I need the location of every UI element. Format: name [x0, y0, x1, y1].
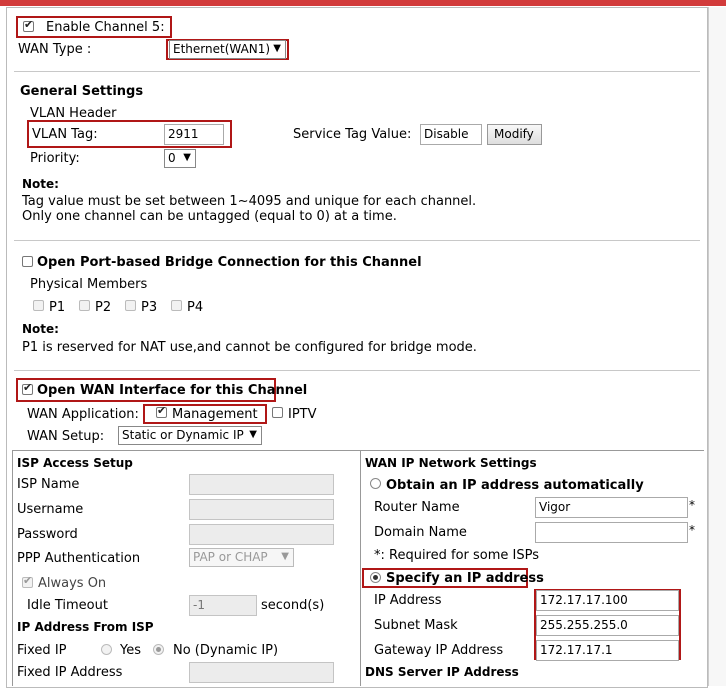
table-left-border — [12, 450, 13, 686]
iptv-label: IPTV — [288, 407, 317, 422]
ppp-auth-label: PPP Authentication — [17, 551, 141, 566]
vlan-tag-input[interactable]: 2911 — [164, 124, 224, 145]
priority-value: 0 — [168, 151, 176, 165]
gateway-input[interactable]: 172.17.17.1 — [536, 640, 679, 661]
modify-button[interactable]: Modify — [487, 124, 542, 145]
required-note: *: Required for some ISPs — [374, 548, 540, 563]
wan-interface-checkbox[interactable] — [22, 381, 33, 395]
top-accent-bar — [0, 0, 726, 6]
note-line-1: Tag value must be set between 1~4095 and… — [22, 194, 477, 209]
subnet-mask-label: Subnet Mask — [374, 618, 458, 633]
fixed-ip-yes-label: Yes — [120, 643, 141, 658]
fixed-ip-yes-radio[interactable] — [101, 644, 112, 655]
divider — [14, 240, 700, 241]
obtain-auto-label: Obtain an IP address automatically — [386, 478, 644, 493]
bridge-note-heading: Note: — [22, 322, 59, 336]
ppp-auth-value: PAP or CHAP — [193, 550, 268, 564]
physical-members-label: Physical Members — [30, 277, 148, 292]
note-heading: Note: — [22, 177, 59, 191]
chevron-down-icon: ▼ — [281, 551, 289, 562]
wan-application-label: WAN Application: — [27, 407, 139, 422]
isp-name-label: ISP Name — [17, 477, 80, 492]
isp-heading: ISP Access Setup — [17, 456, 133, 470]
vlan-header-label: VLAN Header — [30, 106, 117, 121]
fixed-ip-label: Fixed IP — [17, 643, 67, 658]
password-input[interactable] — [189, 524, 334, 545]
router-name-input[interactable]: Vigor — [535, 497, 688, 518]
specify-ip-radio[interactable] — [370, 572, 381, 583]
fixed-ip-no-label: No (Dynamic IP) — [173, 643, 279, 658]
specify-ip-label: Specify an IP address — [386, 571, 544, 586]
port-p1-label: P1 — [49, 300, 66, 315]
fixed-ip-no-radio[interactable] — [153, 644, 164, 655]
always-on-checkbox[interactable] — [22, 574, 33, 588]
wan-setup-select[interactable]: Static or Dynamic IP ▼ — [118, 426, 262, 445]
divider — [14, 370, 700, 371]
username-input[interactable] — [189, 499, 334, 520]
ip-from-isp-heading: IP Address From ISP — [17, 620, 154, 634]
wan-type-select[interactable]: Ethernet(WAN1) ▼ — [169, 40, 286, 59]
wan-setup-label: WAN Setup: — [27, 429, 105, 444]
vlan-tag-label: VLAN Tag: — [32, 127, 98, 142]
enable-channel-label: Enable Channel 5: — [46, 20, 165, 35]
scrollbar[interactable] — [708, 7, 726, 686]
bridge-checkbox[interactable] — [22, 256, 33, 267]
idle-unit-label: second(s) — [261, 598, 325, 613]
wan-setup-value: Static or Dynamic IP — [122, 428, 244, 442]
wan-type-value: Ethernet(WAN1) — [173, 42, 271, 56]
management-label: Management — [172, 407, 258, 422]
service-tag-label: Service Tag Value: — [293, 127, 412, 142]
priority-select[interactable]: 0 ▼ — [164, 149, 196, 168]
enable-channel-checkbox[interactable] — [23, 18, 34, 32]
idle-timeout-label: Idle Timeout — [27, 598, 108, 613]
port-p3-checkbox[interactable] — [125, 300, 136, 311]
ip-address-label: IP Address — [374, 593, 442, 608]
bridge-label: Open Port-based Bridge Connection for th… — [37, 255, 422, 270]
chevron-down-icon: ▼ — [183, 152, 191, 163]
port-p2-checkbox[interactable] — [79, 300, 90, 311]
service-tag-input[interactable]: Disable — [420, 124, 482, 145]
isp-name-input[interactable] — [189, 474, 334, 495]
management-checkbox[interactable] — [156, 404, 167, 418]
always-on-label: Always On — [38, 576, 107, 591]
iptv-checkbox[interactable] — [272, 407, 283, 418]
required-star: * — [689, 523, 695, 537]
chevron-down-icon: ▼ — [249, 429, 257, 440]
required-star: * — [689, 498, 695, 512]
port-p1-checkbox[interactable] — [33, 300, 44, 311]
fixed-ip-address-input[interactable] — [189, 662, 334, 683]
chevron-down-icon: ▼ — [273, 43, 281, 54]
dns-heading: DNS Server IP Address — [365, 665, 519, 679]
subnet-mask-input[interactable]: 255.255.255.0 — [536, 615, 679, 636]
bridge-note-line: P1 is reserved for NAT use,and cannot be… — [22, 340, 477, 355]
table-top-border — [12, 450, 704, 451]
wan-interface-label: Open WAN Interface for this Channel — [37, 383, 308, 398]
password-label: Password — [17, 527, 78, 542]
obtain-auto-radio[interactable] — [370, 478, 381, 489]
priority-label: Priority: — [30, 151, 80, 166]
note-line-2: Only one channel can be untagged (equal … — [22, 209, 397, 224]
divider — [14, 71, 700, 72]
username-label: Username — [17, 502, 84, 517]
port-p3-label: P3 — [141, 300, 158, 315]
port-p4-checkbox[interactable] — [171, 300, 182, 311]
ppp-auth-select[interactable]: PAP or CHAP ▼ — [189, 548, 294, 567]
port-p2-label: P2 — [95, 300, 112, 315]
wan-ip-heading: WAN IP Network Settings — [365, 456, 537, 470]
fixed-ip-address-label: Fixed IP Address — [17, 665, 123, 680]
wan-type-label: WAN Type : — [18, 42, 92, 57]
ip-address-input[interactable]: 172.17.17.100 — [536, 590, 679, 611]
domain-name-label: Domain Name — [374, 525, 467, 540]
router-name-label: Router Name — [374, 500, 460, 515]
general-settings-heading: General Settings — [20, 84, 144, 99]
gateway-label: Gateway IP Address — [374, 643, 504, 658]
port-p4-label: P4 — [187, 300, 204, 315]
domain-name-input[interactable] — [535, 522, 688, 543]
idle-timeout-input[interactable]: -1 — [189, 595, 257, 616]
table-column-divider — [360, 450, 361, 686]
